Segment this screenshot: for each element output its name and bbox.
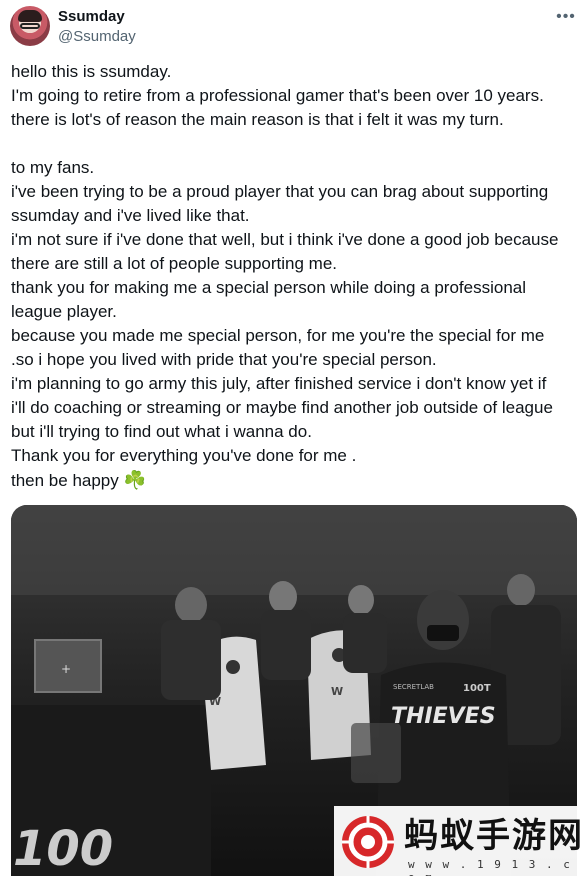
tweet-line: because you made me special person, for … [11,326,545,345]
tweet-line: but i'll trying to find out what i wanna… [11,422,312,441]
ellipsis-icon: ••• [556,8,576,25]
tweet-line: Thank you for everything you've done for… [11,446,357,465]
tweet-line: league player. [11,302,117,321]
tweet-line: to my fans. [11,158,95,177]
stage-backdrop [11,505,577,595]
tweet-line: i've been trying to be a proud player th… [11,182,549,201]
chair-emblem-icon: W [331,685,343,698]
author-names: Ssumday @Ssumday [58,7,136,47]
avatar[interactable] [10,6,50,46]
player-head [269,581,297,613]
watermark: 蚂蚁手游网 w w w . 1 9 1 3 . c o m [334,806,584,876]
tweet-card: Ssumday @Ssumday ••• hello this is ssumd… [0,0,584,876]
clover-emoji-icon: ☘️ [123,470,146,490]
player-head [507,574,535,606]
chair-logo-icon [226,660,240,674]
tweet-line: hello this is ssumday. [11,62,172,81]
tweet-line: i'm not sure if i've done that well, but… [11,230,559,249]
tweet-line: there are still a lot of people supporti… [11,254,338,273]
tweet-line: ssumday and i've lived like that. [11,206,250,225]
face-mask [427,625,459,641]
jersey-sponsor: 100T [463,683,491,694]
avatar-hair [18,10,42,22]
tweet-line: thank you for making me a special person… [11,278,527,297]
player-head [175,587,207,623]
author-display-name[interactable]: Ssumday [58,7,136,27]
jersey-chair-brand: SECRETLAB [393,683,434,691]
player-equipment [351,723,401,783]
tweet-header: Ssumday @Ssumday ••• [10,6,580,50]
author-handle[interactable]: @Ssumday [58,27,136,47]
player-body [261,610,311,680]
avatar-glasses [20,23,40,29]
desk-logo-icon: 100 [13,821,113,876]
tweet-line: i'm planning to go army this july, after… [11,374,547,393]
tweet-line: i'll do coaching or streaming or maybe f… [11,398,553,417]
player-body [343,613,387,673]
player-head [348,585,374,615]
watermark-url: w w w . 1 9 1 3 . c o m [408,858,572,876]
tweet-line: I'm going to retire from a professional … [11,86,544,105]
watermark-title: 蚂蚁手游网 [404,816,584,856]
tweet-line: there is lot's of reason the main reason… [11,110,504,129]
tweet-line: .so i hope you lived with pride that you… [11,350,437,369]
jersey-text: THIEVES [391,704,496,729]
more-options-button[interactable]: ••• [552,6,580,28]
player-body [161,620,221,700]
monitor-plus-icon: + [61,662,71,676]
tweet-text: hello this is ssumday. I'm going to reti… [11,60,577,493]
tweet-last-line: then be happy ☘️ [11,468,577,493]
tweet-last-line-text: then be happy [11,471,119,490]
watermark-logo-icon [342,816,394,868]
